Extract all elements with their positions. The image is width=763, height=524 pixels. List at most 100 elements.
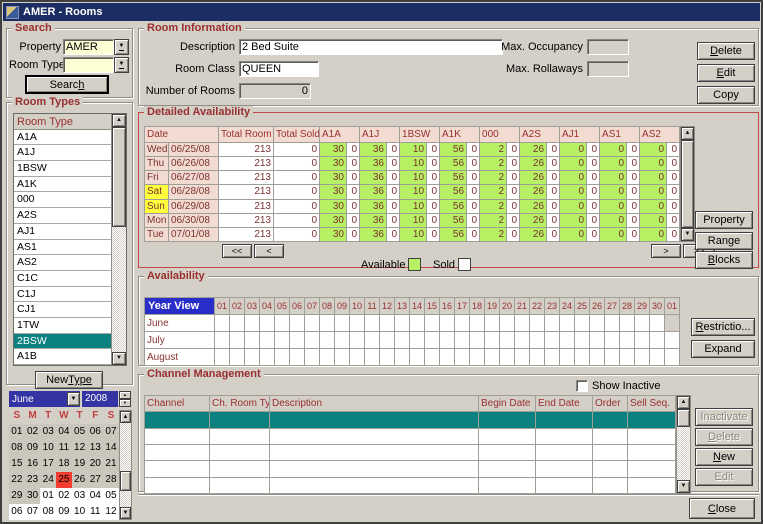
available-cell[interactable]: 2 — [480, 185, 507, 199]
calendar-day[interactable]: 03 — [72, 488, 88, 504]
sold-cell[interactable]: 0 — [667, 185, 680, 199]
calendar-day[interactable]: 09 — [56, 504, 72, 520]
calendar-day[interactable]: 04 — [56, 424, 72, 440]
channel-cell[interactable] — [628, 412, 676, 428]
available-cell[interactable]: 2 — [480, 157, 507, 171]
calendar-day[interactable]: 04 — [87, 488, 103, 504]
scroll-up-button[interactable]: ▲ — [120, 411, 131, 423]
availability-cell[interactable] — [470, 315, 485, 332]
scroll-down-button[interactable]: ▼ — [677, 480, 690, 493]
total-sold-cell[interactable]: 0 — [274, 143, 320, 157]
available-cell[interactable]: 26 — [520, 199, 547, 213]
room-type-item[interactable]: 1TW — [14, 318, 111, 334]
availability-cell[interactable] — [365, 332, 380, 349]
room-type-lov-button[interactable]: ▼ — [114, 57, 129, 73]
detailed-availability-scrollbar[interactable]: ▲ ▼ — [680, 126, 695, 242]
calendar-day[interactable]: 18 — [56, 456, 72, 472]
availability-cell[interactable] — [395, 332, 410, 349]
availability-cell[interactable] — [515, 315, 530, 332]
channel-cell[interactable] — [628, 428, 676, 444]
sold-cell[interactable]: 0 — [667, 171, 680, 185]
available-cell[interactable]: 0 — [560, 143, 587, 157]
availability-cell[interactable] — [395, 315, 410, 332]
calendar-day[interactable]: 26 — [72, 472, 88, 488]
day-cell[interactable]: Sun — [145, 199, 169, 213]
page-first-button[interactable]: << — [222, 244, 252, 258]
channel-cell[interactable] — [270, 444, 479, 460]
calendar-day[interactable]: 07 — [103, 424, 119, 440]
available-cell[interactable]: 26 — [520, 157, 547, 171]
scroll-down-button[interactable]: ▼ — [112, 352, 126, 365]
availability-cell[interactable] — [635, 315, 650, 332]
available-cell[interactable]: 0 — [640, 185, 667, 199]
available-cell[interactable]: 10 — [400, 171, 427, 185]
sold-cell[interactable]: 0 — [467, 143, 480, 157]
availability-cell[interactable] — [395, 349, 410, 366]
scroll-thumb[interactable] — [677, 409, 690, 427]
available-cell[interactable]: 0 — [600, 227, 627, 241]
spinner-up-button[interactable]: ▲ — [119, 391, 131, 399]
sold-cell[interactable]: 0 — [587, 143, 600, 157]
page-next-button[interactable]: > — [651, 244, 681, 258]
calendar-day[interactable]: 11 — [87, 504, 103, 520]
edit-room-button[interactable]: Edit — [697, 64, 755, 82]
availability-cell[interactable] — [560, 315, 575, 332]
available-cell[interactable]: 26 — [520, 143, 547, 157]
available-cell[interactable]: 30 — [320, 199, 347, 213]
total-room-cell[interactable]: 213 — [219, 199, 274, 213]
room-type-item[interactable]: 2BSW — [14, 334, 111, 350]
room-types-scrollbar[interactable]: ▲ ▼ — [111, 114, 126, 365]
availability-cell[interactable] — [620, 315, 635, 332]
sold-cell[interactable]: 0 — [387, 157, 400, 171]
room-type-item[interactable]: A1K — [14, 177, 111, 193]
channel-cell[interactable] — [593, 412, 628, 428]
available-cell[interactable]: 36 — [360, 213, 387, 227]
availability-cell[interactable] — [530, 349, 545, 366]
sold-cell[interactable]: 0 — [627, 213, 640, 227]
available-cell[interactable]: 10 — [400, 157, 427, 171]
availability-cell[interactable] — [230, 349, 245, 366]
calendar-day[interactable]: 12 — [103, 504, 119, 520]
calendar-day[interactable]: 06 — [87, 424, 103, 440]
availability-cell[interactable] — [305, 315, 320, 332]
day-cell[interactable]: Thu — [145, 157, 169, 171]
calendar-day[interactable]: 05 — [72, 424, 88, 440]
property-lov-button[interactable]: ▼ — [114, 39, 129, 55]
availability-cell[interactable] — [245, 349, 260, 366]
scroll-up-button[interactable]: ▲ — [677, 396, 690, 409]
channel-cell[interactable] — [536, 461, 593, 477]
calendar-day[interactable]: 08 — [40, 504, 56, 520]
availability-cell[interactable] — [260, 349, 275, 366]
availability-cell[interactable] — [425, 332, 440, 349]
sold-cell[interactable]: 0 — [467, 199, 480, 213]
channel-cell[interactable] — [536, 412, 593, 428]
show-inactive-checkbox[interactable] — [576, 380, 588, 392]
channel-cell[interactable] — [270, 461, 479, 477]
room-type-item[interactable]: A1B — [14, 349, 111, 365]
availability-cell[interactable] — [455, 315, 470, 332]
availability-cell[interactable] — [620, 349, 635, 366]
sold-cell[interactable]: 0 — [547, 171, 560, 185]
availability-cell[interactable] — [590, 332, 605, 349]
available-cell[interactable]: 56 — [440, 199, 467, 213]
availability-cell[interactable] — [620, 332, 635, 349]
sold-cell[interactable]: 0 — [587, 199, 600, 213]
available-cell[interactable]: 10 — [400, 213, 427, 227]
calendar-day[interactable]: 09 — [25, 440, 41, 456]
availability-cell[interactable] — [320, 349, 335, 366]
availability-cell[interactable] — [275, 349, 290, 366]
calendar-day[interactable]: 07 — [25, 504, 41, 520]
available-cell[interactable]: 0 — [600, 213, 627, 227]
availability-cell[interactable] — [605, 349, 620, 366]
sold-cell[interactable]: 0 — [427, 213, 440, 227]
availability-cell[interactable] — [455, 349, 470, 366]
available-cell[interactable]: 26 — [520, 227, 547, 241]
availability-cell[interactable] — [260, 332, 275, 349]
search-button[interactable]: Search — [25, 75, 109, 94]
available-cell[interactable]: 56 — [440, 185, 467, 199]
range-button[interactable]: Range — [695, 232, 753, 250]
channel-cell[interactable] — [479, 461, 536, 477]
channel-cell[interactable] — [593, 461, 628, 477]
date-cell[interactable]: 06/28/08 — [169, 185, 219, 199]
room-type-item[interactable]: 000 — [14, 192, 111, 208]
